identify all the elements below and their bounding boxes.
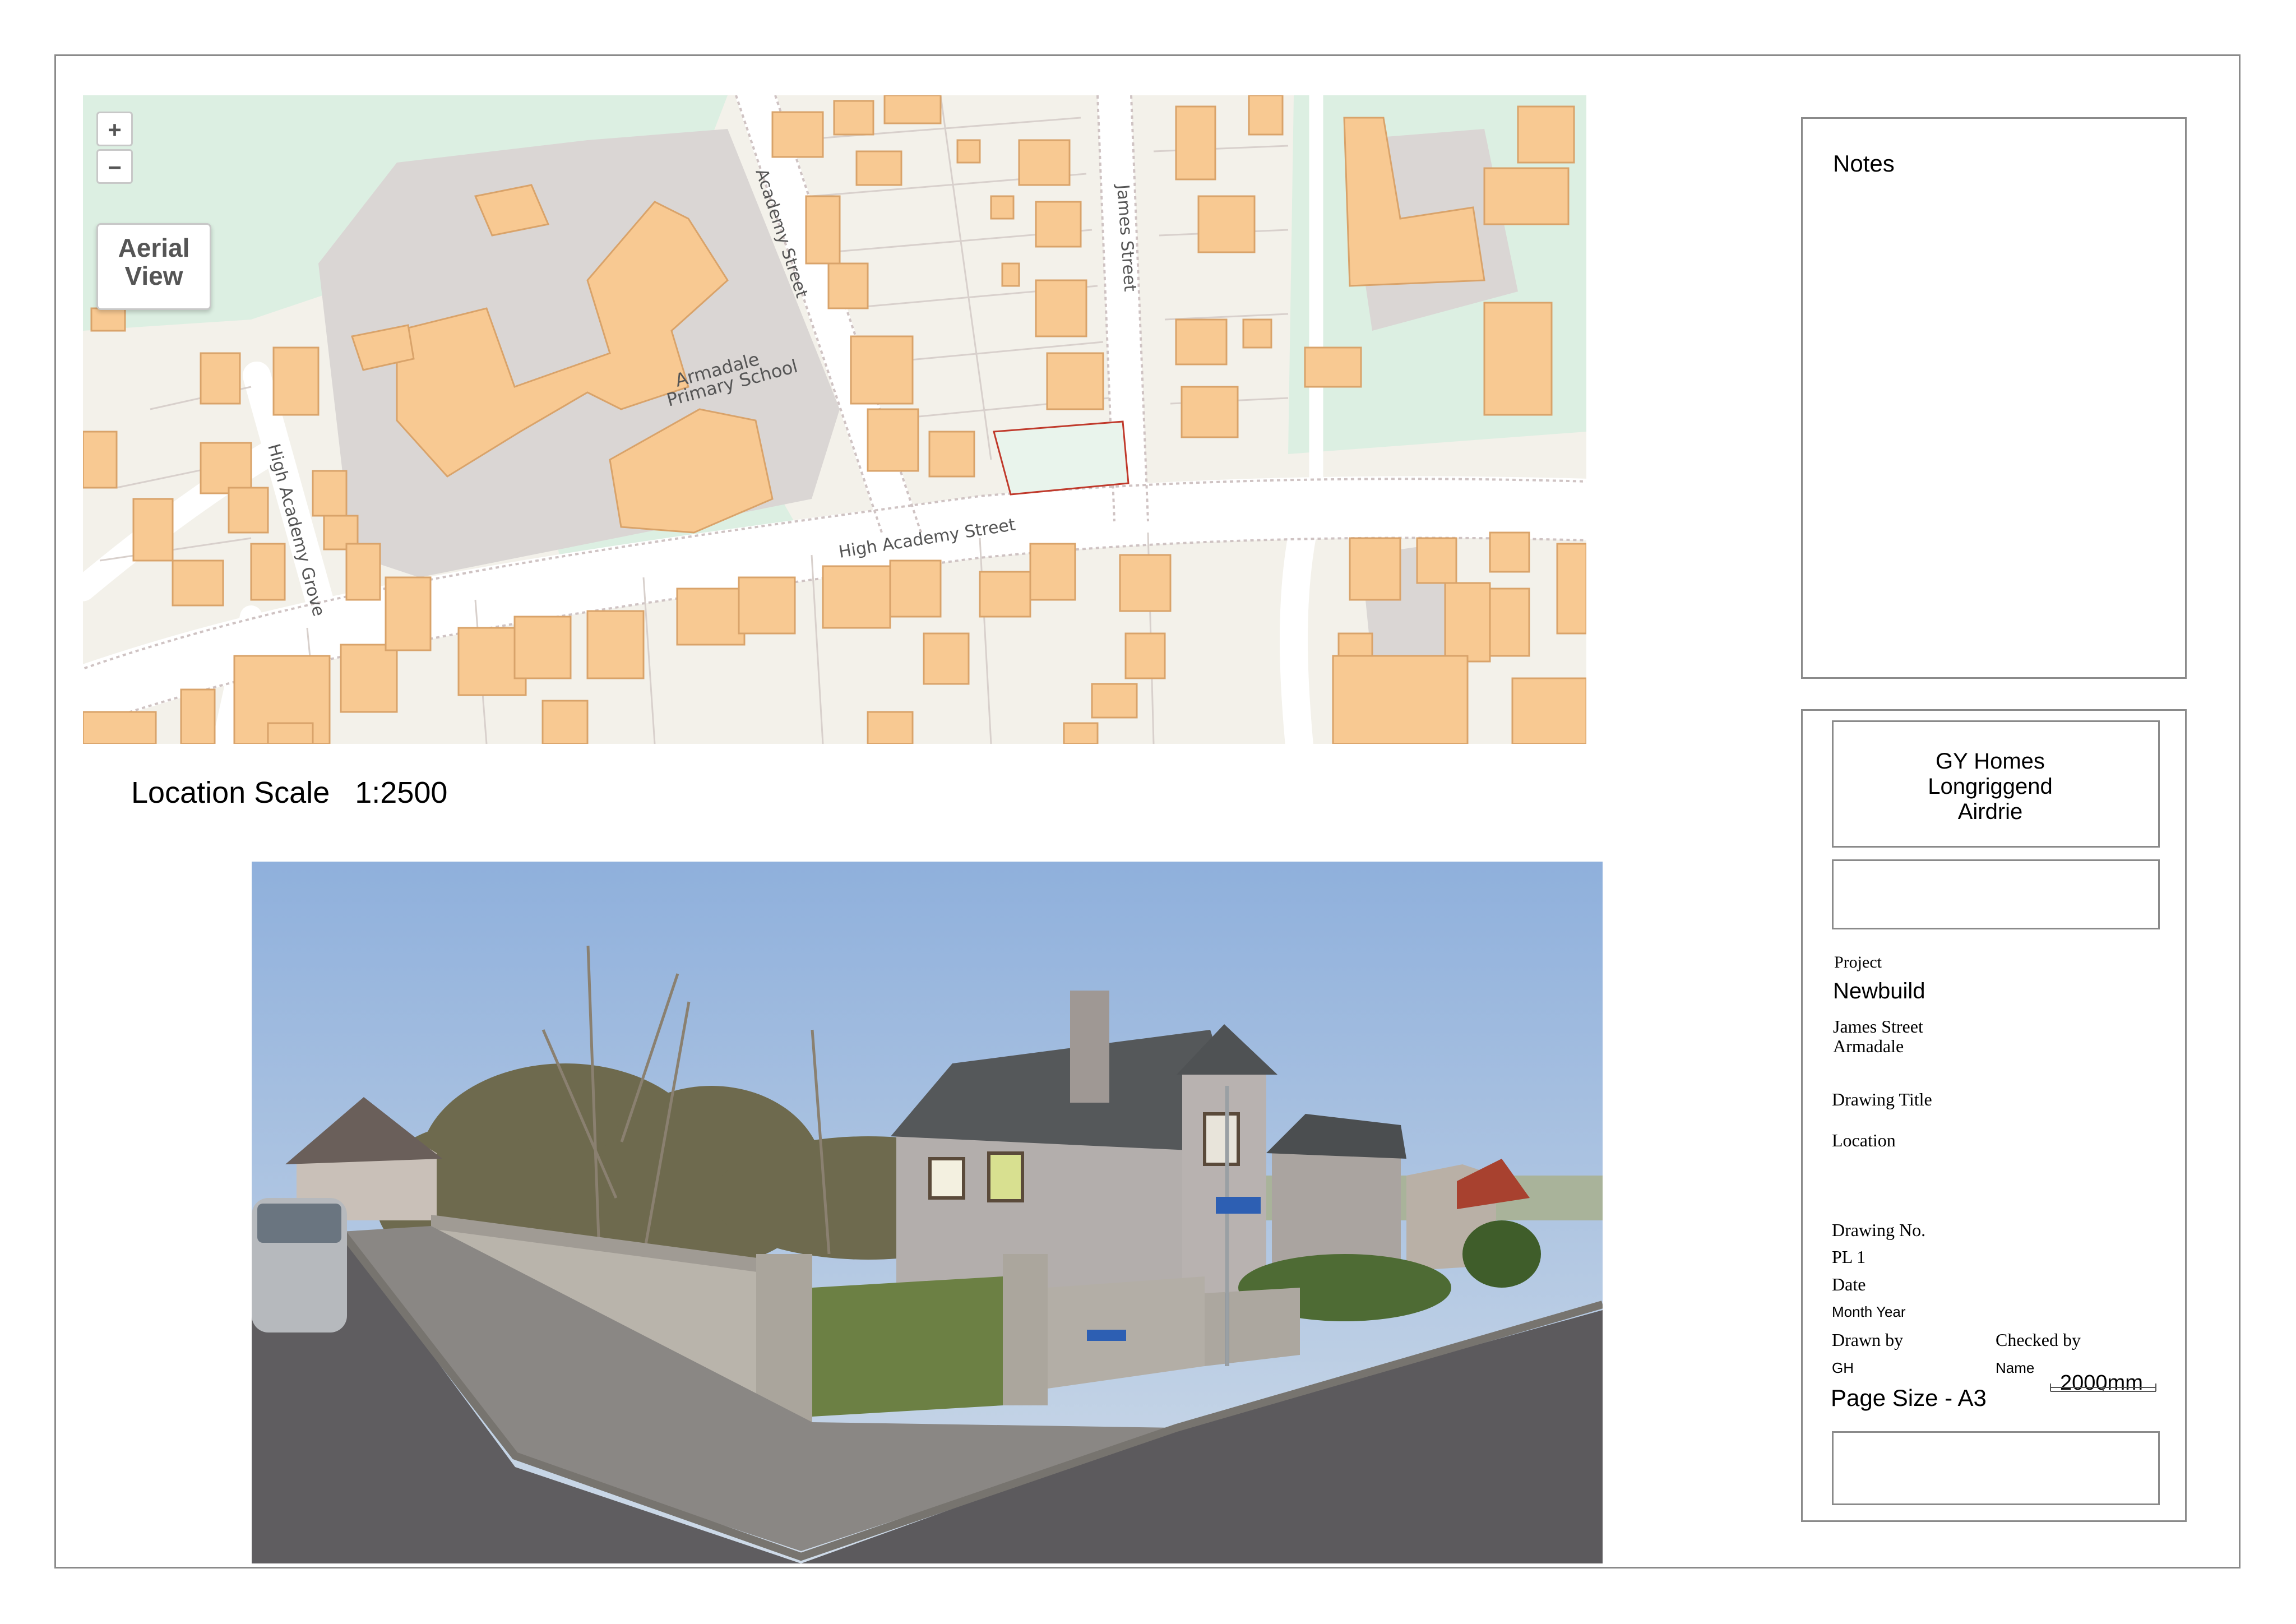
zoom-in-button[interactable]: +	[96, 112, 133, 146]
aerial-view-label-line1: Aerial	[118, 233, 190, 262]
drawing-number-label: Drawing No.	[1832, 1220, 1926, 1240]
drawing-title-label: Drawing Title	[1832, 1089, 1932, 1109]
client-box: GY Homes Longriggend Airdrie	[1832, 720, 2160, 848]
notes-panel: Notes	[1801, 117, 2187, 679]
revision-box	[1832, 1431, 2160, 1505]
project-address-line2: Armadale	[1833, 1036, 1904, 1056]
page-size-label: Page Size - A3	[1831, 1385, 1987, 1411]
zoom-out-button[interactable]: −	[96, 149, 133, 184]
map-canvas: Academy Street James Street High Academy…	[83, 95, 1586, 744]
project-address-line1: James Street	[1833, 1016, 1923, 1037]
checked-by-value: Name	[1996, 1359, 2035, 1376]
drawn-by-label: Drawn by	[1832, 1330, 1904, 1350]
aerial-view-button[interactable]: Aerial View	[96, 223, 211, 310]
client-name: GY Homes	[1936, 749, 2045, 774]
logo-placeholder-box	[1832, 859, 2160, 929]
checked-by-label: Checked by	[1996, 1330, 2081, 1350]
date-value: Month Year	[1832, 1303, 1906, 1320]
title-block: GY Homes Longriggend Airdrie Project New…	[1801, 709, 2187, 1522]
site-street-photo	[252, 862, 1603, 1563]
client-town: Airdrie	[1957, 799, 2023, 824]
notes-title: Notes	[1833, 150, 1895, 177]
street-photo-drawing	[252, 862, 1603, 1563]
client-locality: Longriggend	[1928, 774, 2053, 799]
scale-bar	[2050, 1384, 2156, 1392]
drawn-by-value: GH	[1832, 1359, 1854, 1376]
aerial-view-label-line2: View	[124, 261, 183, 290]
drawing-number-value: PL 1	[1832, 1247, 1866, 1267]
location-map[interactable]: Academy Street James Street High Academy…	[83, 95, 1586, 744]
drawing-title-value: Location	[1832, 1130, 1896, 1150]
date-label: Date	[1832, 1274, 1866, 1294]
project-label: Project	[1834, 953, 1882, 971]
location-scale-label: Location Scale 1:2500	[131, 776, 448, 809]
project-name: Newbuild	[1833, 979, 1925, 1003]
